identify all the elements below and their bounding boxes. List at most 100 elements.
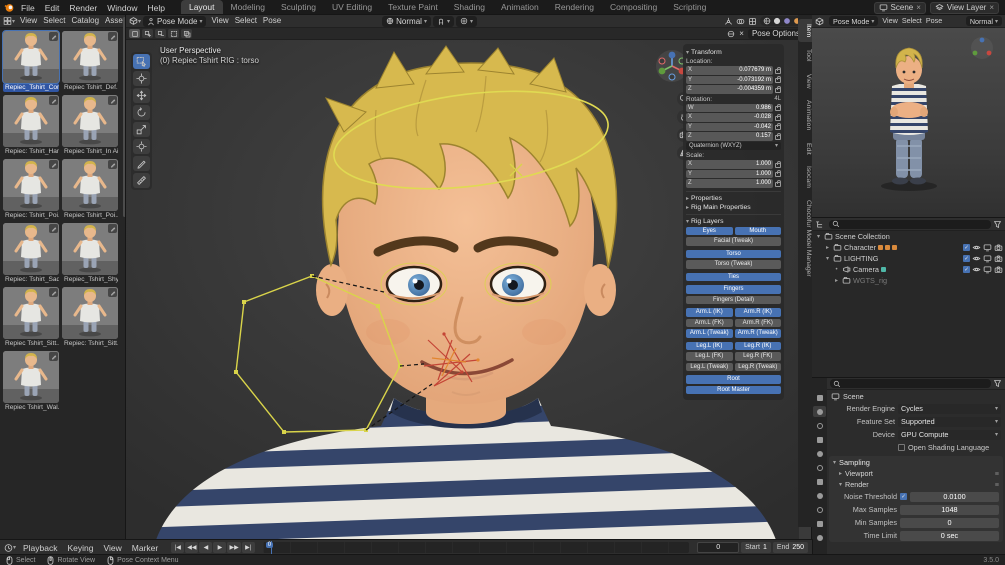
disclosure-icon[interactable]: ▾: [815, 233, 822, 240]
rotation-mode-select[interactable]: Quaternion (WXYZ)▾: [686, 142, 781, 151]
gizmo-toggle-icon[interactable]: [724, 17, 733, 26]
annotate-tool[interactable]: [133, 156, 150, 171]
next-keyframe-button[interactable]: ▶▶: [227, 542, 240, 553]
secondary-menu-pose[interactable]: Pose: [924, 15, 944, 27]
rig-layer-leg-l-ik[interactable]: Leg.L (IK): [686, 342, 733, 351]
view-layer-unlink-icon[interactable]: ×: [989, 3, 994, 12]
sidebar-tab-edit[interactable]: Edit: [798, 138, 812, 160]
eye-icon[interactable]: [972, 243, 981, 252]
lock-icon[interactable]: [775, 135, 781, 140]
outliner-row-scene-collection[interactable]: ▾Scene Collection: [812, 231, 1005, 242]
rig-layer-arm-r-tweak[interactable]: Arm.R (Tweak): [735, 329, 782, 338]
preset-menu-icon[interactable]: ≡: [995, 480, 999, 489]
disclosure-icon[interactable]: ▸: [824, 244, 831, 251]
timeline-menu-keying[interactable]: Keying: [63, 541, 99, 555]
rotation-y-field[interactable]: Y-0.042: [686, 123, 773, 132]
asset-item[interactable]: Repiec: Tshirt_Han...: [3, 95, 59, 156]
lock-icon[interactable]: [775, 163, 781, 168]
viewport-menu-pose[interactable]: Pose: [260, 15, 284, 27]
viewport-canvas[interactable]: User Perspective (0) Repiec Tshirt RIG :…: [126, 40, 799, 540]
scale-z-field[interactable]: Z1.000: [686, 179, 773, 188]
asset-item[interactable]: Repiec_Tshirt_Shy: [62, 223, 118, 284]
current-frame-field[interactable]: 0: [697, 542, 739, 553]
workspace-tab-uv-editing[interactable]: UV Editing: [324, 0, 380, 15]
menu-edit[interactable]: Edit: [40, 1, 65, 15]
prev-keyframe-button[interactable]: ◀◀: [185, 542, 198, 553]
rotate-tool[interactable]: [133, 105, 150, 120]
rig-layer-arm-l-ik[interactable]: Arm.L (IK): [686, 308, 733, 317]
render-tab-icon[interactable]: [813, 406, 826, 417]
rig-layer-mouth[interactable]: Mouth: [735, 227, 782, 236]
exclude-checkbox[interactable]: ✓: [963, 255, 970, 262]
timeline-menu-playback[interactable]: Playback: [18, 541, 63, 555]
rig-layer-leg-l-tweak[interactable]: Leg.L (Tweak): [686, 363, 733, 372]
viewport-subsection-header[interactable]: ▸Viewport≡: [829, 468, 1003, 479]
options-icon[interactable]: [727, 30, 735, 38]
asset-menu-catalog[interactable]: Catalog: [68, 15, 102, 27]
asset-item[interactable]: Repiec Tshirt_Def...: [62, 31, 118, 92]
rig-layers-section-header[interactable]: ▾Rig Layers: [686, 218, 781, 225]
workspace-tab-animation[interactable]: Animation: [493, 0, 547, 15]
outliner-editor-icon[interactable]: [815, 219, 827, 229]
frame-start-field[interactable]: Start1: [741, 542, 771, 553]
outliner-row-lighting[interactable]: ▾LIGHTING✓: [812, 253, 1005, 264]
sidebar-tab-view[interactable]: View: [798, 69, 812, 94]
jump-end-button[interactable]: ▶|: [242, 542, 255, 553]
exclude-checkbox[interactable]: ✓: [963, 266, 970, 273]
material-tab-icon[interactable]: [813, 532, 826, 543]
asset-item[interactable]: Repiec Tshirt_Poi...: [62, 159, 118, 220]
eye-icon[interactable]: [972, 254, 981, 263]
outliner-row-camera[interactable]: •Camera✓: [812, 264, 1005, 275]
scale-y-field[interactable]: Y1.000: [686, 170, 773, 179]
lock-icon[interactable]: [775, 106, 781, 111]
render-camera-icon[interactable]: [994, 265, 1003, 274]
select-box-tool[interactable]: [133, 54, 150, 69]
transform-section-header[interactable]: ▾Transform: [686, 49, 781, 56]
viewport-menu-select[interactable]: Select: [232, 15, 260, 27]
exclude-checkbox[interactable]: ✓: [963, 244, 970, 251]
standing-character-illustration[interactable]: [812, 28, 1005, 218]
modifiers-tab-icon[interactable]: [813, 490, 826, 501]
rig-layer-leg-r-tweak[interactable]: Leg.R (Tweak): [735, 363, 782, 372]
eye-icon[interactable]: [972, 265, 981, 274]
proportional-edit-toggle[interactable]: ▾: [456, 16, 477, 27]
properties-section-header[interactable]: ▸Properties: [686, 195, 781, 202]
rig-layer-arm-l-tweak[interactable]: Arm.L (Tweak): [686, 329, 733, 338]
rig-layer-root-master[interactable]: Root Master: [686, 386, 781, 395]
filter-icon[interactable]: [993, 220, 1002, 229]
screen-icon[interactable]: [983, 265, 992, 274]
workspace-tab-shading[interactable]: Shading: [446, 0, 493, 15]
disclosure-icon[interactable]: ▸: [833, 277, 840, 284]
render-engine-select[interactable]: Cycles▾: [898, 404, 1001, 414]
asset-item[interactable]: Repiec_Tshirt_Con...: [3, 31, 59, 92]
asset-item[interactable]: Repiec Tshirt_Wal...: [3, 351, 59, 412]
jump-start-button[interactable]: |◀: [171, 542, 184, 553]
rig-layer-torso[interactable]: Torso: [686, 250, 781, 259]
rig-layer-fingers-detail[interactable]: Fingers (Detail): [686, 296, 781, 305]
preset-menu-icon[interactable]: ≡: [995, 469, 999, 478]
scene-selector[interactable]: Scene ×: [874, 2, 926, 14]
sidebar-tab-tool[interactable]: Tool: [798, 44, 812, 66]
lock-icon[interactable]: [775, 172, 781, 177]
object-data-tab-icon[interactable]: [813, 518, 826, 529]
rotation-w-field[interactable]: W0.986: [686, 104, 773, 113]
rig-layer-torso-tweak[interactable]: Torso (Tweak): [686, 260, 781, 269]
workspace-tab-sculpting[interactable]: Sculpting: [273, 0, 324, 15]
select-invert-icon[interactable]: [168, 29, 179, 38]
sidebar-tab-animation[interactable]: Animation: [798, 95, 812, 135]
timeline-menu-marker[interactable]: Marker: [127, 541, 163, 555]
overlays-toggle-icon[interactable]: [736, 17, 745, 26]
properties-search-input[interactable]: [830, 379, 991, 388]
secondary-viewport-editor-icon[interactable]: [815, 16, 827, 26]
rig-layer-eyes[interactable]: Eyes: [686, 227, 733, 236]
noise-threshold-field[interactable]: 0.0100: [910, 492, 999, 502]
cursor-tool[interactable]: [133, 71, 150, 86]
workspace-tab-rendering[interactable]: Rendering: [547, 0, 602, 15]
render-subsection-header[interactable]: ▾Render≡: [829, 479, 1003, 490]
xray-toggle-icon[interactable]: [748, 17, 757, 26]
asset-item[interactable]: Repiec: Tshirt_Sitt...: [62, 287, 118, 348]
select-subtract-icon[interactable]: [155, 29, 166, 38]
transform-orientation-selector[interactable]: Normal ▾: [382, 16, 431, 27]
sampling-section-header[interactable]: ▾Sampling: [829, 456, 1003, 468]
lock-icon[interactable]: [775, 116, 781, 121]
